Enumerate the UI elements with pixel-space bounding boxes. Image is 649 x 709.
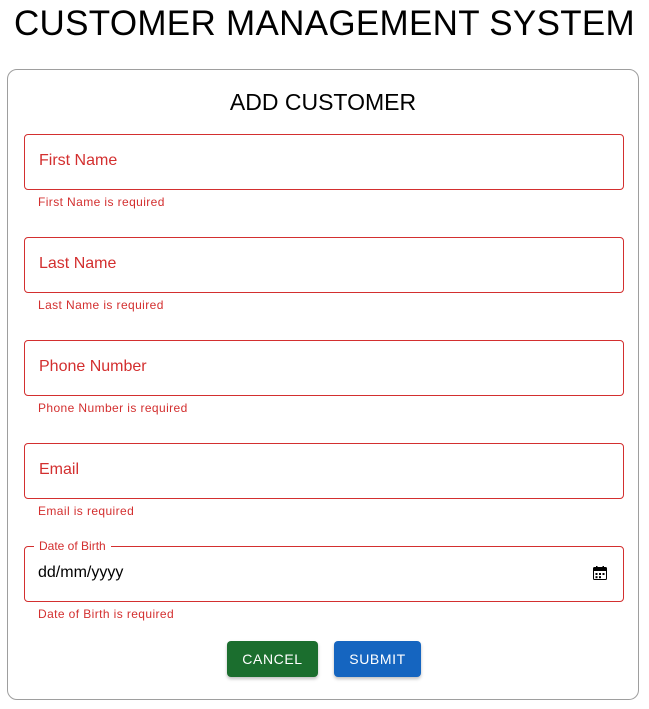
submit-button[interactable]: SUBMIT: [334, 641, 421, 677]
email-label: Email: [39, 461, 80, 478]
phone-number-error: Phone Number is required: [38, 401, 188, 415]
page-title: CUSTOMER MANAGEMENT SYSTEM: [13, 4, 636, 43]
date-of-birth-field[interactable]: Date of Birth dd/mm/yyyy: [24, 539, 624, 602]
first-name-error: First Name is required: [38, 195, 165, 209]
first-name-label: First Name: [39, 152, 118, 169]
email-error: Email is required: [38, 504, 135, 518]
phone-number-field[interactable]: Phone Number: [24, 340, 624, 396]
add-customer-card: ADD CUSTOMER First Name First Name is re…: [7, 69, 639, 700]
form-title: ADD CUSTOMER: [229, 89, 417, 115]
last-name-label: Last Name: [39, 255, 117, 272]
cancel-button[interactable]: CANCEL: [227, 641, 318, 677]
email-field[interactable]: Email: [24, 443, 624, 499]
phone-number-label: Phone Number: [39, 358, 147, 375]
date-of-birth-error: Date of Birth is required: [38, 607, 175, 621]
calendar-icon[interactable]: [593, 566, 607, 580]
last-name-field[interactable]: Last Name: [24, 237, 624, 293]
first-name-field[interactable]: First Name: [24, 134, 624, 190]
last-name-error: Last Name is required: [38, 298, 164, 312]
date-of-birth-input[interactable]: dd/mm/yyyy: [38, 547, 123, 601]
